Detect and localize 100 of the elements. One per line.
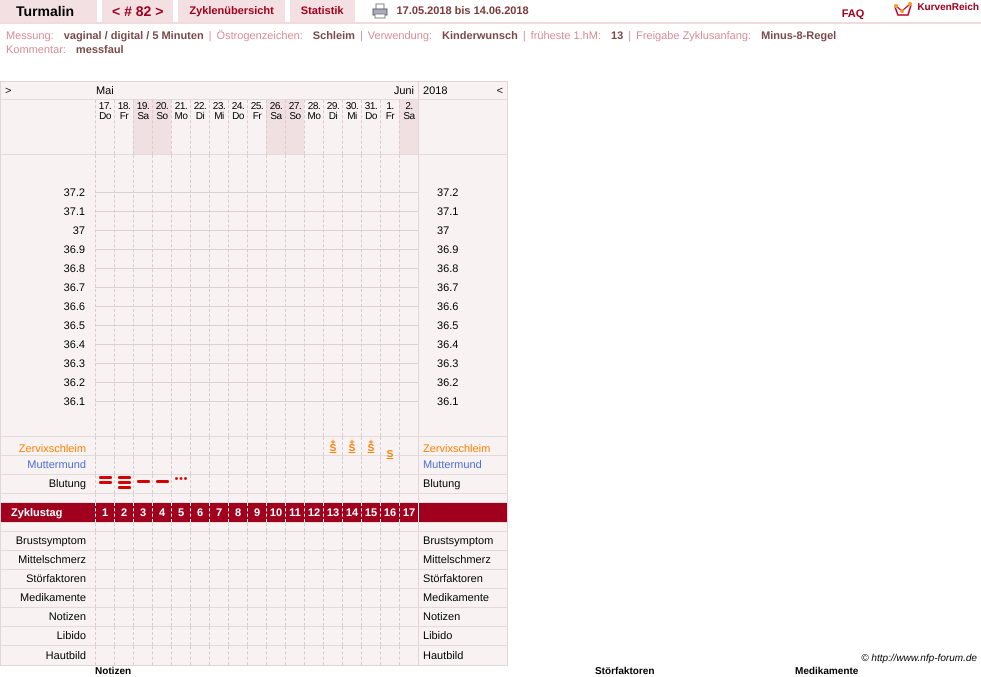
logo-text: KurvenReich: [917, 2, 979, 13]
section-heading: Störfaktoren: [595, 666, 654, 677]
temperature-label: 36.2: [64, 376, 85, 388]
temperature-label: 36.3: [64, 358, 85, 370]
section-heading: Notizen: [95, 666, 132, 677]
row-label: Blutung: [423, 478, 460, 490]
mucus-mark: S: [386, 448, 394, 460]
day-header: 24. Do: [228, 100, 247, 154]
temperature-label: 36.8: [437, 262, 458, 274]
mucus-mark: + S: [368, 438, 374, 454]
day-header: 23. Mi: [209, 100, 228, 154]
row-label: Notizen: [423, 611, 460, 623]
comment-value: messfaul: [76, 44, 124, 56]
day-header: 21. Mo: [171, 100, 190, 154]
temperature-label: 36.8: [64, 262, 85, 274]
cycle-day-number: 15: [364, 506, 378, 518]
info-value: vaginal / digital / 5 Minuten: [64, 30, 204, 42]
temperature-label: 36.1: [64, 396, 85, 408]
month-label: Mai: [96, 84, 114, 96]
copyright-text: © http://www.nfp-forum.de: [861, 653, 977, 664]
temperature-label: 36.5: [64, 320, 85, 332]
next-arrow[interactable]: <: [496, 84, 503, 96]
row-label: Medikamente: [20, 592, 86, 604]
row-label: Mittelschmerz: [423, 554, 491, 566]
cycle-day-number: 17: [402, 506, 416, 518]
printer-icon[interactable]: [372, 3, 388, 19]
mucus-mark: + S: [330, 438, 336, 454]
row-label: Libido: [423, 630, 452, 642]
temperature-label: 36.6: [437, 300, 458, 312]
row-label: Störfaktoren: [423, 573, 483, 585]
temperature-label: 36.9: [437, 244, 458, 256]
day-header: 28. Mo: [304, 100, 323, 154]
info-value: Kinderwunsch: [442, 30, 518, 42]
separator: |: [360, 30, 363, 42]
info-value: Schleim: [312, 30, 355, 42]
info-value: Minus-8-Regel: [761, 30, 836, 42]
day-header: 31. Do: [361, 100, 380, 154]
cycle-day-label: Zyklustag: [11, 506, 62, 518]
info-label: Östrogenzeichen:: [216, 30, 303, 42]
cycle-day-number: 1: [102, 506, 108, 518]
row-label: Muttermund: [27, 459, 86, 471]
cycle-day-number: 3: [140, 506, 146, 518]
app-title: Turmalin: [0, 0, 97, 22]
temperature-label: 36.2: [437, 376, 458, 388]
day-header: 26. Sa: [266, 100, 285, 154]
temperature-label: 36.3: [437, 358, 458, 370]
temperature-label: 37.1: [437, 206, 458, 218]
row-label: Blutung: [48, 478, 86, 490]
row-label: Brustsymptom: [16, 535, 86, 547]
temperature-label: 36.4: [437, 338, 458, 350]
info-label: Freigabe Zyklusanfang:: [636, 30, 752, 42]
temperature-label: 36.1: [437, 396, 458, 408]
temperature-label: 36.7: [64, 282, 85, 294]
month-label: Juni: [394, 84, 414, 96]
cycle-day-number: 5: [178, 506, 184, 518]
cycle-day-number: 13: [326, 506, 340, 518]
temperature-label: 37: [437, 224, 450, 236]
temperature-label: 36.5: [437, 320, 458, 332]
day-header: 30. Mi: [342, 100, 361, 154]
row-label: Zervixschleim: [423, 442, 490, 454]
cycle-day-number: 4: [158, 506, 166, 518]
day-header: 29. Di: [323, 100, 342, 154]
day-header: 17. Do: [95, 100, 114, 154]
cycle-navigation[interactable]: < # 82 >: [102, 0, 174, 22]
temperature-label: 36.7: [437, 282, 458, 294]
temperature-label: 37.1: [64, 206, 85, 218]
logo-icon: [893, 2, 914, 18]
row-label: Störfaktoren: [26, 573, 86, 585]
row-label: Hautbild: [46, 650, 86, 662]
cycle-day-number: 12: [308, 506, 320, 518]
day-header: 2. Sa: [399, 100, 418, 154]
comment-label: Kommentar:: [6, 44, 66, 56]
day-header: 27. So: [285, 100, 304, 154]
temperature-label: 36.4: [64, 338, 85, 350]
previous-arrow[interactable]: >: [5, 84, 12, 96]
temperature-label: 36.6: [64, 300, 85, 312]
temperature-label: 37.2: [437, 186, 458, 198]
cycle-day-number: 14: [346, 506, 358, 518]
temperature-label: 37: [72, 224, 85, 236]
info-label: Messung:: [6, 30, 54, 42]
section-heading: Medikamente: [795, 666, 858, 677]
temperature-label: 36.9: [64, 244, 85, 256]
row-label: Zervixschleim: [18, 442, 86, 454]
cycle-day-number: 2: [120, 506, 128, 518]
separator: |: [208, 30, 212, 42]
faq-link[interactable]: FAQ: [842, 8, 864, 20]
separator: |: [522, 30, 526, 42]
cycle-day-number: 7: [216, 506, 222, 518]
cycle-day-number: 6: [196, 506, 204, 518]
row-label: Mittelschmerz: [18, 554, 86, 566]
mucus-mark: + S: [348, 438, 356, 454]
cycle-day-number: 16: [384, 506, 396, 518]
date-range: 17.05.2018 bis 14.06.2018: [396, 5, 529, 17]
nav-tab[interactable]: Zyklenübersicht: [178, 0, 285, 22]
row-label: Brustsymptom: [423, 535, 494, 547]
nav-tab[interactable]: Statistik: [290, 0, 355, 22]
row-label: Hautbild: [423, 650, 464, 662]
row-label: Muttermund: [423, 459, 482, 471]
day-header: 19. Sa: [133, 100, 152, 154]
cycle-day-number: 11: [289, 506, 301, 518]
